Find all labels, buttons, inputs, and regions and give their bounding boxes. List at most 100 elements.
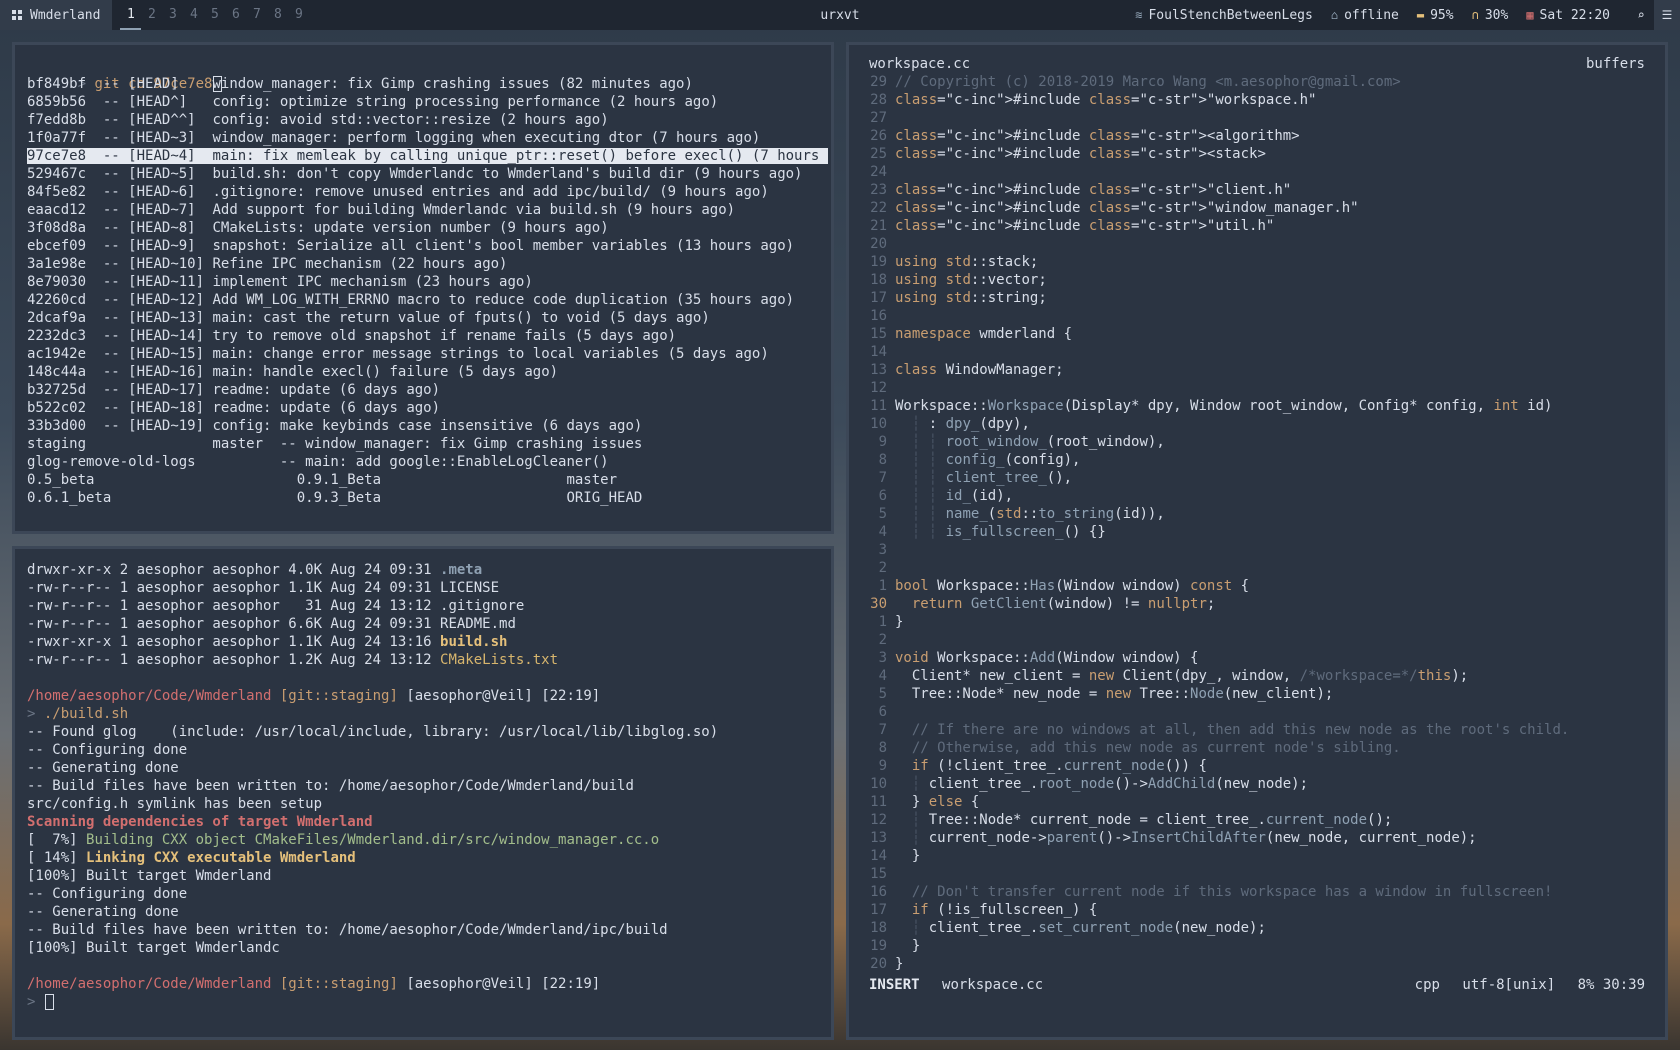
buffers-tab[interactable]: buffers <box>1586 55 1645 73</box>
workspace-6[interactable]: 6 <box>225 0 246 30</box>
code-line[interactable]: 11 Workspace::Workspace(Display* dpy, Win… <box>863 397 1569 415</box>
commit-row[interactable]: 42260cd -- [HEAD~12] Add WM_LOG_WITH_ERR… <box>27 291 828 309</box>
editor-code[interactable]: 29// Copyright (c) 2018-2019 Marco Wang … <box>863 73 1569 973</box>
code-line[interactable]: 5 ┆ ┆ name_(std::to_string(id)), <box>863 505 1569 523</box>
code-line[interactable]: 8 ┆ ┆ config_(config), <box>863 451 1569 469</box>
commit-hash: ac1942e <box>27 346 87 362</box>
commit-row[interactable]: 84f5e82 -- [HEAD~6] .gitignore: remove u… <box>27 183 828 201</box>
code-line[interactable]: 6 ┆ ┆ id_(id), <box>863 487 1569 505</box>
wifi-status[interactable]: ≋ FoulStenchBetweenLegs <box>1135 8 1313 23</box>
code-line[interactable]: 14 } <box>863 847 1569 865</box>
code-line[interactable]: 9 ┆ ┆ root_window_(root_window), <box>863 433 1569 451</box>
workspace-9[interactable]: 9 <box>288 0 309 30</box>
code-line[interactable]: 18 ┆ client_tree_.set_current_node(new_n… <box>863 919 1569 937</box>
workspace-2[interactable]: 2 <box>141 0 162 30</box>
code-line[interactable]: 13 class WindowManager; <box>863 361 1569 379</box>
code-line[interactable]: 12 ┆ Tree::Node* current_node = client_t… <box>863 811 1569 829</box>
branch-row[interactable]: staging master -- window_manager: fix Gi… <box>27 435 828 453</box>
commit-row[interactable]: 1f0a77f -- [HEAD~3] window_manager: perf… <box>27 129 828 147</box>
code-line[interactable]: 10 ┆ : dpy_(dpy), <box>863 415 1569 433</box>
code-line[interactable]: 3 <box>863 541 1569 559</box>
code-line[interactable]: 15 namespace wmderland { <box>863 325 1569 343</box>
code-line[interactable]: 5 Tree::Node* new_node = new Tree::Node(… <box>863 685 1569 703</box>
code-text: Workspace::Workspace(Display* dpy, Windo… <box>895 398 1553 414</box>
workspace-5[interactable]: 5 <box>204 0 225 30</box>
commit-row[interactable]: ac1942e -- [HEAD~15] main: change error … <box>27 345 828 363</box>
code-line[interactable]: 8 // Otherwise, add this new node as cur… <box>863 739 1569 757</box>
branch-row[interactable]: glog-remove-old-logs -- main: add google… <box>27 453 828 471</box>
code-line[interactable]: 7 ┆ ┆ client_tree_(), <box>863 469 1569 487</box>
commit-row[interactable]: eaacd12 -- [HEAD~7] Add support for buil… <box>27 201 828 219</box>
commit-row[interactable]: b32725d -- [HEAD~17] readme: update (6 d… <box>27 381 828 399</box>
code-line[interactable]: 30 return GetClient(window) != nullptr; <box>863 595 1569 613</box>
code-line[interactable]: 29 // Copyright (c) 2018-2019 Marco Wang … <box>863 73 1569 91</box>
branch-row[interactable]: 0.5_beta 0.9.1_Beta master <box>27 471 828 489</box>
input-line[interactable]: > <box>27 993 718 1011</box>
branch-row[interactable]: 0.6.1_beta 0.9.3_Beta ORIG_HEAD <box>27 489 828 507</box>
code-line[interactable]: 23 class="c-inc">#include class="c-str">"… <box>863 181 1569 199</box>
code-line[interactable]: 14 <box>863 343 1569 361</box>
code-line[interactable]: 3 void Workspace::Add(Window window) { <box>863 649 1569 667</box>
commit-row[interactable]: bf849bf -- [HEAD] window_manager: fix Gi… <box>27 75 828 93</box>
code-line[interactable]: 9 if (!client_tree_.current_node()) { <box>863 757 1569 775</box>
build-output-text: -- Found glog (include: /usr/local/inclu… <box>27 724 719 740</box>
commit-row[interactable]: 529467c -- [HEAD~5] build.sh: don't copy… <box>27 165 828 183</box>
commit-row[interactable]: 33b3d00 -- [HEAD~19] config: make keybin… <box>27 417 828 435</box>
code-line[interactable]: 7 // If there are no windows at all, the… <box>863 721 1570 739</box>
code-line[interactable]: 1 bool Workspace::Has(Window window) cons… <box>863 577 1569 595</box>
code-line[interactable]: 28 class="c-inc">#include class="c-str">"… <box>863 91 1569 109</box>
search-button[interactable]: ⌕ <box>1628 0 1654 30</box>
commit-row[interactable]: 3a1e98e -- [HEAD~10] Refine IPC mechanis… <box>27 255 828 273</box>
commit-row[interactable]: 2232dc3 -- [HEAD~14] try to remove old s… <box>27 327 828 345</box>
code-line[interactable]: 24 <box>863 163 1569 181</box>
code-line[interactable]: 20} <box>863 955 1569 973</box>
code-line[interactable]: 26 class="c-inc">#include class="c-str"><… <box>863 127 1569 145</box>
code-line[interactable]: 15 <box>863 865 1569 883</box>
git-log-terminal[interactable]: > git co 97ce7e8 bf849bf -- [HEAD] windo… <box>12 42 834 534</box>
code-line[interactable]: 16 <box>863 307 1569 325</box>
code-line[interactable]: 27 <box>863 109 1569 127</box>
code-line[interactable]: 19 using std::stack; <box>863 253 1569 271</box>
code-line[interactable]: 18 using std::vector; <box>863 271 1569 289</box>
code-line[interactable]: 17 using std::string; <box>863 289 1569 307</box>
code-line[interactable]: 20 <box>863 235 1569 253</box>
commit-row[interactable]: 97ce7e8 -- [HEAD~4] main: fix memleak by… <box>27 147 828 165</box>
workspace-8[interactable]: 8 <box>267 0 288 30</box>
workspace-3[interactable]: 3 <box>162 0 183 30</box>
workspace-1[interactable]: 1 <box>120 0 142 30</box>
commit-row[interactable]: 3f08d8a -- [HEAD~8] CMakeLists: update v… <box>27 219 828 237</box>
code-line[interactable]: 16 // Don't transfer current node if thi… <box>863 883 1569 901</box>
code-line[interactable]: 2 <box>863 559 1569 577</box>
code-line[interactable]: 2 <box>863 631 1569 649</box>
app-launcher[interactable]: Wmderland <box>0 0 113 30</box>
menu-button[interactable]: ☰ <box>1654 0 1680 30</box>
commit-row[interactable]: 8e79030 -- [HEAD~11] implement IPC mecha… <box>27 273 828 291</box>
editor-pane[interactable]: workspace.cc buffers 29// Copyright (c) … <box>846 42 1668 1040</box>
commit-row[interactable]: 148c44a -- [HEAD~16] main: handle execl(… <box>27 363 828 381</box>
commit-row[interactable]: 6859b56 -- [HEAD^] config: optimize stri… <box>27 93 828 111</box>
code-line[interactable]: 22 class="c-inc">#include class="c-str">"… <box>863 199 1569 217</box>
code-line[interactable]: 11 } else { <box>863 793 1569 811</box>
code-line[interactable]: 19 } <box>863 937 1569 955</box>
code-line[interactable]: 6 <box>863 703 1569 721</box>
shell-terminal[interactable]: drwxr-xr-x 2 aesophor aesophor 4.0K Aug … <box>12 546 834 1040</box>
code-line[interactable]: 21 class="c-inc">#include class="c-str">"… <box>863 217 1569 235</box>
commit-row[interactable]: f7edd8b -- [HEAD^^] config: avoid std::v… <box>27 111 828 129</box>
code-line[interactable]: 10 ┆ client_tree_.root_node()->AddChild(… <box>863 775 1569 793</box>
code-line[interactable]: 1} <box>863 613 1569 631</box>
network-status[interactable]: ⌂ offline <box>1331 8 1399 23</box>
code-line[interactable]: 4 ┆ ┆ is_fullscreen_() {} <box>863 523 1569 541</box>
code-line[interactable]: 4 Client* new_client = new Client(dpy_, … <box>863 667 1569 685</box>
code-line[interactable]: 25 class="c-inc">#include class="c-str"><… <box>863 145 1569 163</box>
commit-row[interactable]: b522c02 -- [HEAD~18] readme: update (6 d… <box>27 399 828 417</box>
workspace-4[interactable]: 4 <box>183 0 204 30</box>
code-line[interactable]: 17 if (!is_fullscreen_) { <box>863 901 1569 919</box>
workspace-7[interactable]: 7 <box>246 0 267 30</box>
volume-status[interactable]: ∩ 30% <box>1472 8 1509 23</box>
code-line[interactable]: 13 ┆ current_node->parent()->InsertChild… <box>863 829 1569 847</box>
clock[interactable]: ▦ Sat 22:20 <box>1526 8 1610 23</box>
battery-status[interactable]: ▬ 95% <box>1417 8 1454 23</box>
commit-row[interactable]: 2dcaf9a -- [HEAD~13] main: cast the retu… <box>27 309 828 327</box>
commit-row[interactable]: ebcef09 -- [HEAD~9] snapshot: Serialize … <box>27 237 828 255</box>
code-line[interactable]: 12 <box>863 379 1569 397</box>
